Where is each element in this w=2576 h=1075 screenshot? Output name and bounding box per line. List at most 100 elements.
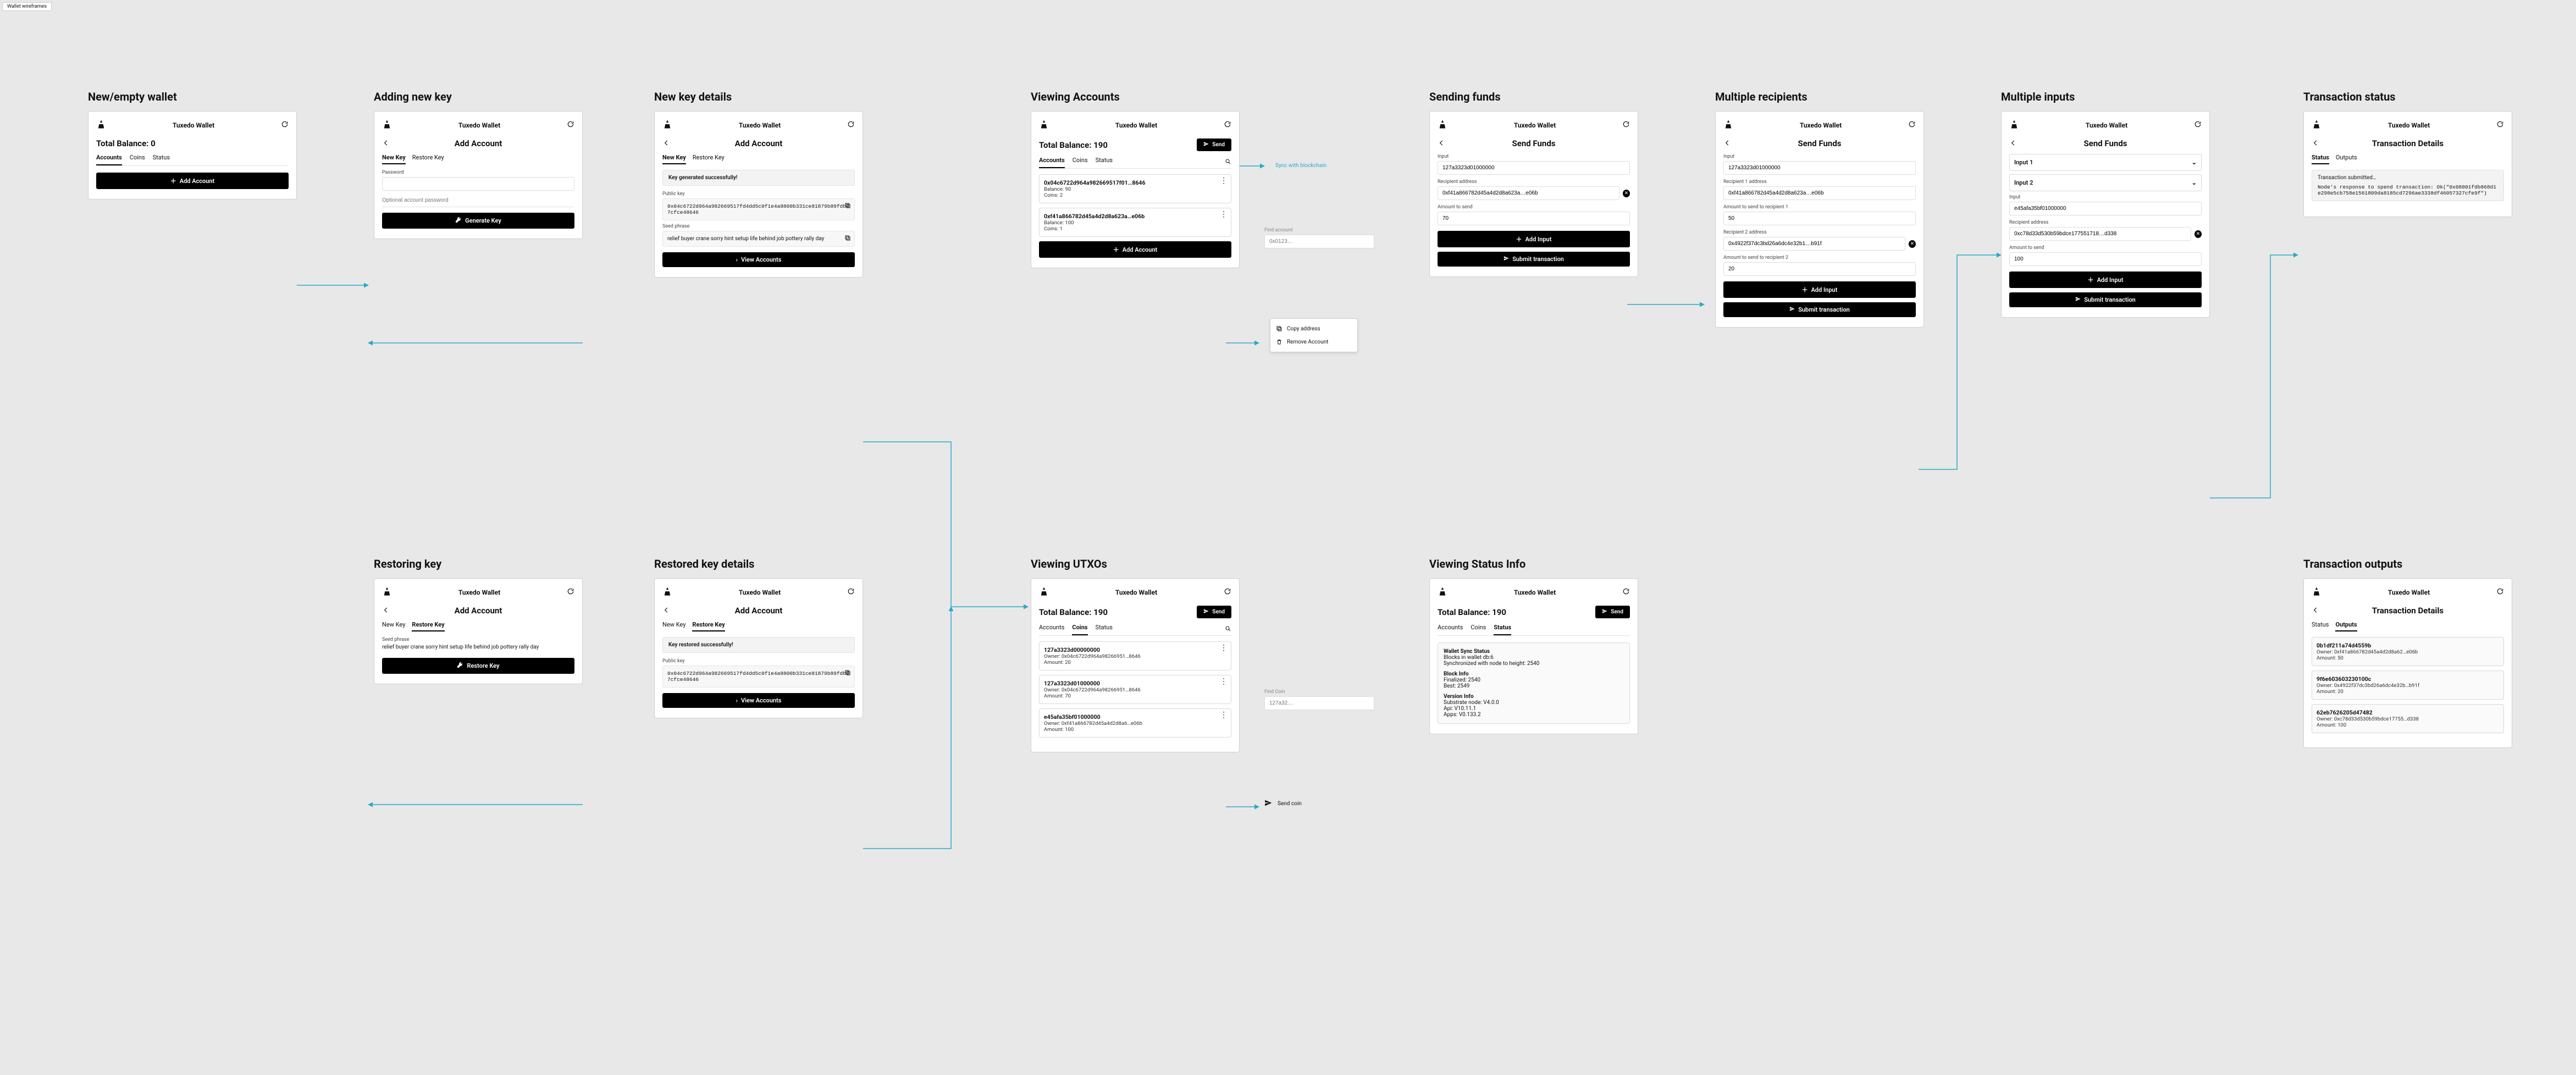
- utxo-card[interactable]: 127a3323d00000000 Owner: 0x04c6722d964a9…: [1039, 641, 1231, 671]
- submit-tx-button[interactable]: Submit transaction: [2009, 292, 2202, 307]
- sub-tab-restore-key[interactable]: Restore Key: [692, 621, 725, 631]
- back-icon[interactable]: [382, 606, 390, 616]
- refresh-icon[interactable]: [1224, 120, 1231, 130]
- utxo-card[interactable]: e45afa35bf01000000 Owner: 0xf41a866782d4…: [1039, 708, 1231, 738]
- send-button[interactable]: Send: [1197, 606, 1231, 618]
- remove-recipient-icon[interactable]: ✕: [2194, 230, 2202, 238]
- add-input-button[interactable]: ＋ Add Input: [1723, 281, 1916, 298]
- sub-tab-new-key[interactable]: New Key: [382, 154, 406, 164]
- recipient-input[interactable]: [2009, 227, 2191, 241]
- copy-icon[interactable]: [844, 669, 851, 676]
- app-logo-icon: [662, 586, 672, 598]
- refresh-icon[interactable]: [567, 588, 574, 597]
- sub-tab-new-key[interactable]: New Key: [662, 621, 686, 631]
- account-card[interactable]: 0x04c6722d964a982669517f01…8646 Balance:…: [1039, 174, 1231, 203]
- sub-tab-restore-key[interactable]: Restore Key: [412, 154, 444, 164]
- recipient-input[interactable]: [1438, 186, 1619, 200]
- back-icon[interactable]: [2312, 606, 2319, 616]
- back-icon[interactable]: [1438, 139, 1445, 148]
- card-menu-icon[interactable]: ⋮: [1220, 212, 1228, 217]
- recipient2-input[interactable]: [1723, 237, 1905, 251]
- tab-accounts[interactable]: Accounts: [1039, 157, 1065, 168]
- refresh-icon[interactable]: [1224, 588, 1231, 597]
- tab-tx-outputs[interactable]: Outputs: [2335, 621, 2357, 631]
- back-icon[interactable]: [1723, 139, 1731, 148]
- tab-accounts[interactable]: Accounts: [96, 154, 122, 165]
- account-card[interactable]: 0xf41a866782d45a4d2d8a623a…e06b Balance:…: [1039, 208, 1231, 237]
- sub-tab-new-key[interactable]: New Key: [382, 621, 405, 631]
- refresh-icon[interactable]: [847, 120, 855, 130]
- back-icon[interactable]: [2009, 139, 2017, 148]
- back-icon[interactable]: [382, 139, 390, 148]
- tab-tx-outputs[interactable]: Outputs: [2336, 154, 2357, 164]
- refresh-icon[interactable]: [2496, 120, 2504, 130]
- tab-coins[interactable]: Coins: [1073, 157, 1088, 168]
- tab-coins[interactable]: Coins: [1471, 624, 1486, 635]
- card-menu-icon[interactable]: ⋮: [1220, 712, 1228, 718]
- view-accounts-button[interactable]: › View Accounts: [662, 693, 855, 708]
- amount-input[interactable]: [2009, 252, 2202, 266]
- card-menu-icon[interactable]: ⋮: [1220, 679, 1228, 684]
- password-input[interactable]: [382, 177, 574, 191]
- tab-status[interactable]: Status: [1096, 624, 1113, 635]
- refresh-icon[interactable]: [2496, 588, 2504, 597]
- restore-key-button[interactable]: Restore Key: [382, 658, 574, 674]
- back-icon[interactable]: [662, 606, 670, 616]
- tab-tx-status[interactable]: Status: [2312, 154, 2329, 164]
- refresh-icon[interactable]: [281, 120, 289, 130]
- refresh-icon[interactable]: [1622, 588, 1630, 597]
- tab-tx-status[interactable]: Status: [2312, 621, 2329, 631]
- amount1-input[interactable]: [1723, 212, 1916, 225]
- recipient1-input[interactable]: [1723, 186, 1916, 200]
- popover-remove-account[interactable]: Remove Account: [1270, 335, 1357, 348]
- sub-tab-restore-key[interactable]: Restore Key: [412, 621, 444, 631]
- refresh-icon[interactable]: [567, 120, 574, 130]
- input-2-row[interactable]: Input 2 ⌄: [2009, 174, 2202, 191]
- input-field[interactable]: [1438, 161, 1630, 175]
- add-input-button[interactable]: ＋ Add Input: [2009, 271, 2202, 288]
- remove-recipient-icon[interactable]: ✕: [1623, 190, 1630, 197]
- submit-tx-button[interactable]: Submit transaction: [1438, 252, 1630, 267]
- input-1-row[interactable]: Input 1 ⌄: [2009, 154, 2202, 171]
- back-icon[interactable]: [662, 139, 670, 148]
- submit-tx-button[interactable]: Submit transaction: [1723, 302, 1916, 317]
- add-account-button[interactable]: ＋ Add Account: [1039, 241, 1231, 258]
- tab-status[interactable]: Status: [153, 154, 170, 165]
- copy-icon[interactable]: [844, 202, 851, 209]
- refresh-icon[interactable]: [2194, 120, 2202, 130]
- input-field[interactable]: [1723, 161, 1916, 175]
- add-account-button[interactable]: ＋ Add Account: [96, 173, 289, 189]
- utxo-card[interactable]: 127a3323d01000000 Owner: 0x04c6722d964a9…: [1039, 675, 1231, 704]
- tab-accounts[interactable]: Accounts: [1438, 624, 1463, 635]
- refresh-icon[interactable]: [847, 588, 855, 597]
- sub-tab-new-key[interactable]: New Key: [662, 154, 686, 164]
- add-input-button[interactable]: ＋ Add Input: [1438, 231, 1630, 247]
- input-value[interactable]: [2009, 202, 2202, 215]
- popover-copy-address[interactable]: Copy address: [1270, 322, 1357, 335]
- send-button[interactable]: Send: [1595, 606, 1630, 618]
- refresh-icon[interactable]: [1622, 120, 1630, 130]
- card-menu-icon[interactable]: ⋮: [1220, 178, 1228, 184]
- tab-coins[interactable]: Coins: [1072, 624, 1087, 635]
- copy-icon[interactable]: [844, 235, 851, 241]
- back-icon[interactable]: [2312, 139, 2319, 148]
- find-account-input[interactable]: [1264, 235, 1374, 248]
- tab-status[interactable]: Status: [1096, 157, 1113, 168]
- tab-accounts[interactable]: Accounts: [1039, 624, 1064, 635]
- remove-recipient-icon[interactable]: ✕: [1909, 240, 1916, 248]
- amount2-input[interactable]: [1723, 262, 1916, 276]
- search-icon[interactable]: [1225, 625, 1231, 634]
- refresh-icon[interactable]: [1908, 120, 1916, 130]
- card-menu-icon[interactable]: ⋮: [1220, 645, 1228, 651]
- find-coin-input[interactable]: [1264, 696, 1374, 710]
- tab-status[interactable]: Status: [1494, 624, 1511, 635]
- sub-tab-restore-key[interactable]: Restore Key: [693, 154, 725, 164]
- tab-coins[interactable]: Coins: [130, 154, 145, 165]
- amount-input[interactable]: [1438, 212, 1630, 225]
- view-accounts-button[interactable]: › View Accounts: [662, 252, 855, 267]
- search-icon[interactable]: [1225, 158, 1231, 167]
- password-hint-input[interactable]: [382, 194, 574, 207]
- send-coin-icon[interactable]: [1264, 799, 1272, 808]
- generate-key-button[interactable]: Generate Key: [382, 213, 574, 229]
- send-button[interactable]: Send: [1197, 138, 1231, 151]
